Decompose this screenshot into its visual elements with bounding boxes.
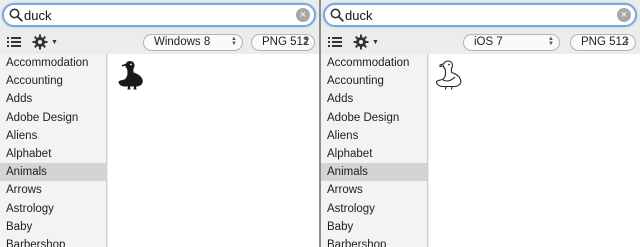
category-item[interactable]: Accommodation	[321, 54, 427, 72]
category-item[interactable]: Barbershop	[0, 236, 106, 247]
duck-icon[interactable]	[433, 58, 463, 90]
format-select[interactable]: PNG 512 ▲ ▼	[251, 34, 315, 51]
category-item-selected[interactable]: Animals	[0, 163, 106, 182]
category-item[interactable]: Adds	[321, 90, 427, 108]
search-field[interactable]: ×	[323, 3, 637, 27]
updown-arrows-icon: ▲ ▼	[303, 36, 309, 47]
gear-icon	[353, 34, 369, 50]
toolbar: ▼ Windows 8 ▲ ▼ PNG 512 ▲ ▼	[0, 31, 319, 53]
settings-menu-button[interactable]: ▼	[32, 33, 58, 51]
platform-select[interactable]: iOS 7 ▲ ▼	[463, 34, 560, 51]
search-icon	[9, 8, 23, 22]
category-item[interactable]: Accounting	[321, 72, 427, 90]
platform-select-value: iOS 7	[474, 36, 503, 48]
category-list[interactable]: Accommodation Accounting Adds Adobe Desi…	[321, 54, 428, 247]
right-panel: × ▼ iOS 7 ▲	[321, 0, 640, 247]
left-panel: × ▼ Windows 8	[0, 0, 319, 247]
category-item[interactable]: Barbershop	[321, 236, 427, 247]
clear-icon[interactable]: ×	[296, 8, 310, 22]
icon-grid	[429, 54, 640, 247]
category-item[interactable]: Alphabet	[321, 145, 427, 163]
category-list[interactable]: Accommodation Accounting Adds Adobe Desi…	[0, 54, 107, 247]
settings-menu-button[interactable]: ▼	[353, 33, 379, 51]
duck-icon[interactable]	[115, 58, 145, 90]
updown-arrows-icon: ▲ ▼	[624, 36, 630, 47]
gear-icon	[32, 34, 48, 50]
list-view-icon[interactable]	[7, 36, 21, 48]
platform-select[interactable]: Windows 8 ▲ ▼	[143, 34, 243, 51]
updown-arrows-icon: ▲ ▼	[548, 36, 554, 47]
content-area: Accommodation Accounting Adds Adobe Desi…	[321, 54, 640, 247]
search-field[interactable]: ×	[2, 3, 316, 27]
category-item[interactable]: Astrology	[321, 200, 427, 218]
icon-grid	[108, 54, 319, 247]
search-icon	[330, 8, 344, 22]
category-item[interactable]: Baby	[0, 218, 106, 236]
category-item[interactable]: Baby	[321, 218, 427, 236]
category-item[interactable]: Arrows	[0, 181, 106, 199]
toolbar: ▼ iOS 7 ▲ ▼ PNG 512 ▲ ▼	[321, 31, 640, 53]
chevron-down-icon: ▼	[372, 38, 379, 46]
category-item[interactable]: Adds	[0, 90, 106, 108]
category-item[interactable]: Adobe Design	[321, 109, 427, 127]
format-select[interactable]: PNG 512 ▲ ▼	[570, 34, 636, 51]
category-item[interactable]: Adobe Design	[0, 109, 106, 127]
category-item[interactable]: Aliens	[321, 127, 427, 145]
content-area: Accommodation Accounting Adds Adobe Desi…	[0, 54, 319, 247]
search-input[interactable]	[345, 6, 605, 24]
updown-arrows-icon: ▲ ▼	[231, 36, 237, 47]
category-item[interactable]: Astrology	[0, 200, 106, 218]
search-input[interactable]	[24, 6, 284, 24]
platform-select-value: Windows 8	[154, 36, 211, 48]
category-item-selected[interactable]: Animals	[321, 163, 427, 182]
category-item[interactable]: Accounting	[0, 72, 106, 90]
category-item[interactable]: Arrows	[321, 181, 427, 199]
list-view-icon[interactable]	[328, 36, 342, 48]
chevron-down-icon: ▼	[51, 38, 58, 46]
clear-icon[interactable]: ×	[617, 8, 631, 22]
format-select-value: PNG 512	[581, 36, 629, 48]
category-item[interactable]: Accommodation	[0, 54, 106, 72]
category-item[interactable]: Alphabet	[0, 145, 106, 163]
category-item[interactable]: Aliens	[0, 127, 106, 145]
